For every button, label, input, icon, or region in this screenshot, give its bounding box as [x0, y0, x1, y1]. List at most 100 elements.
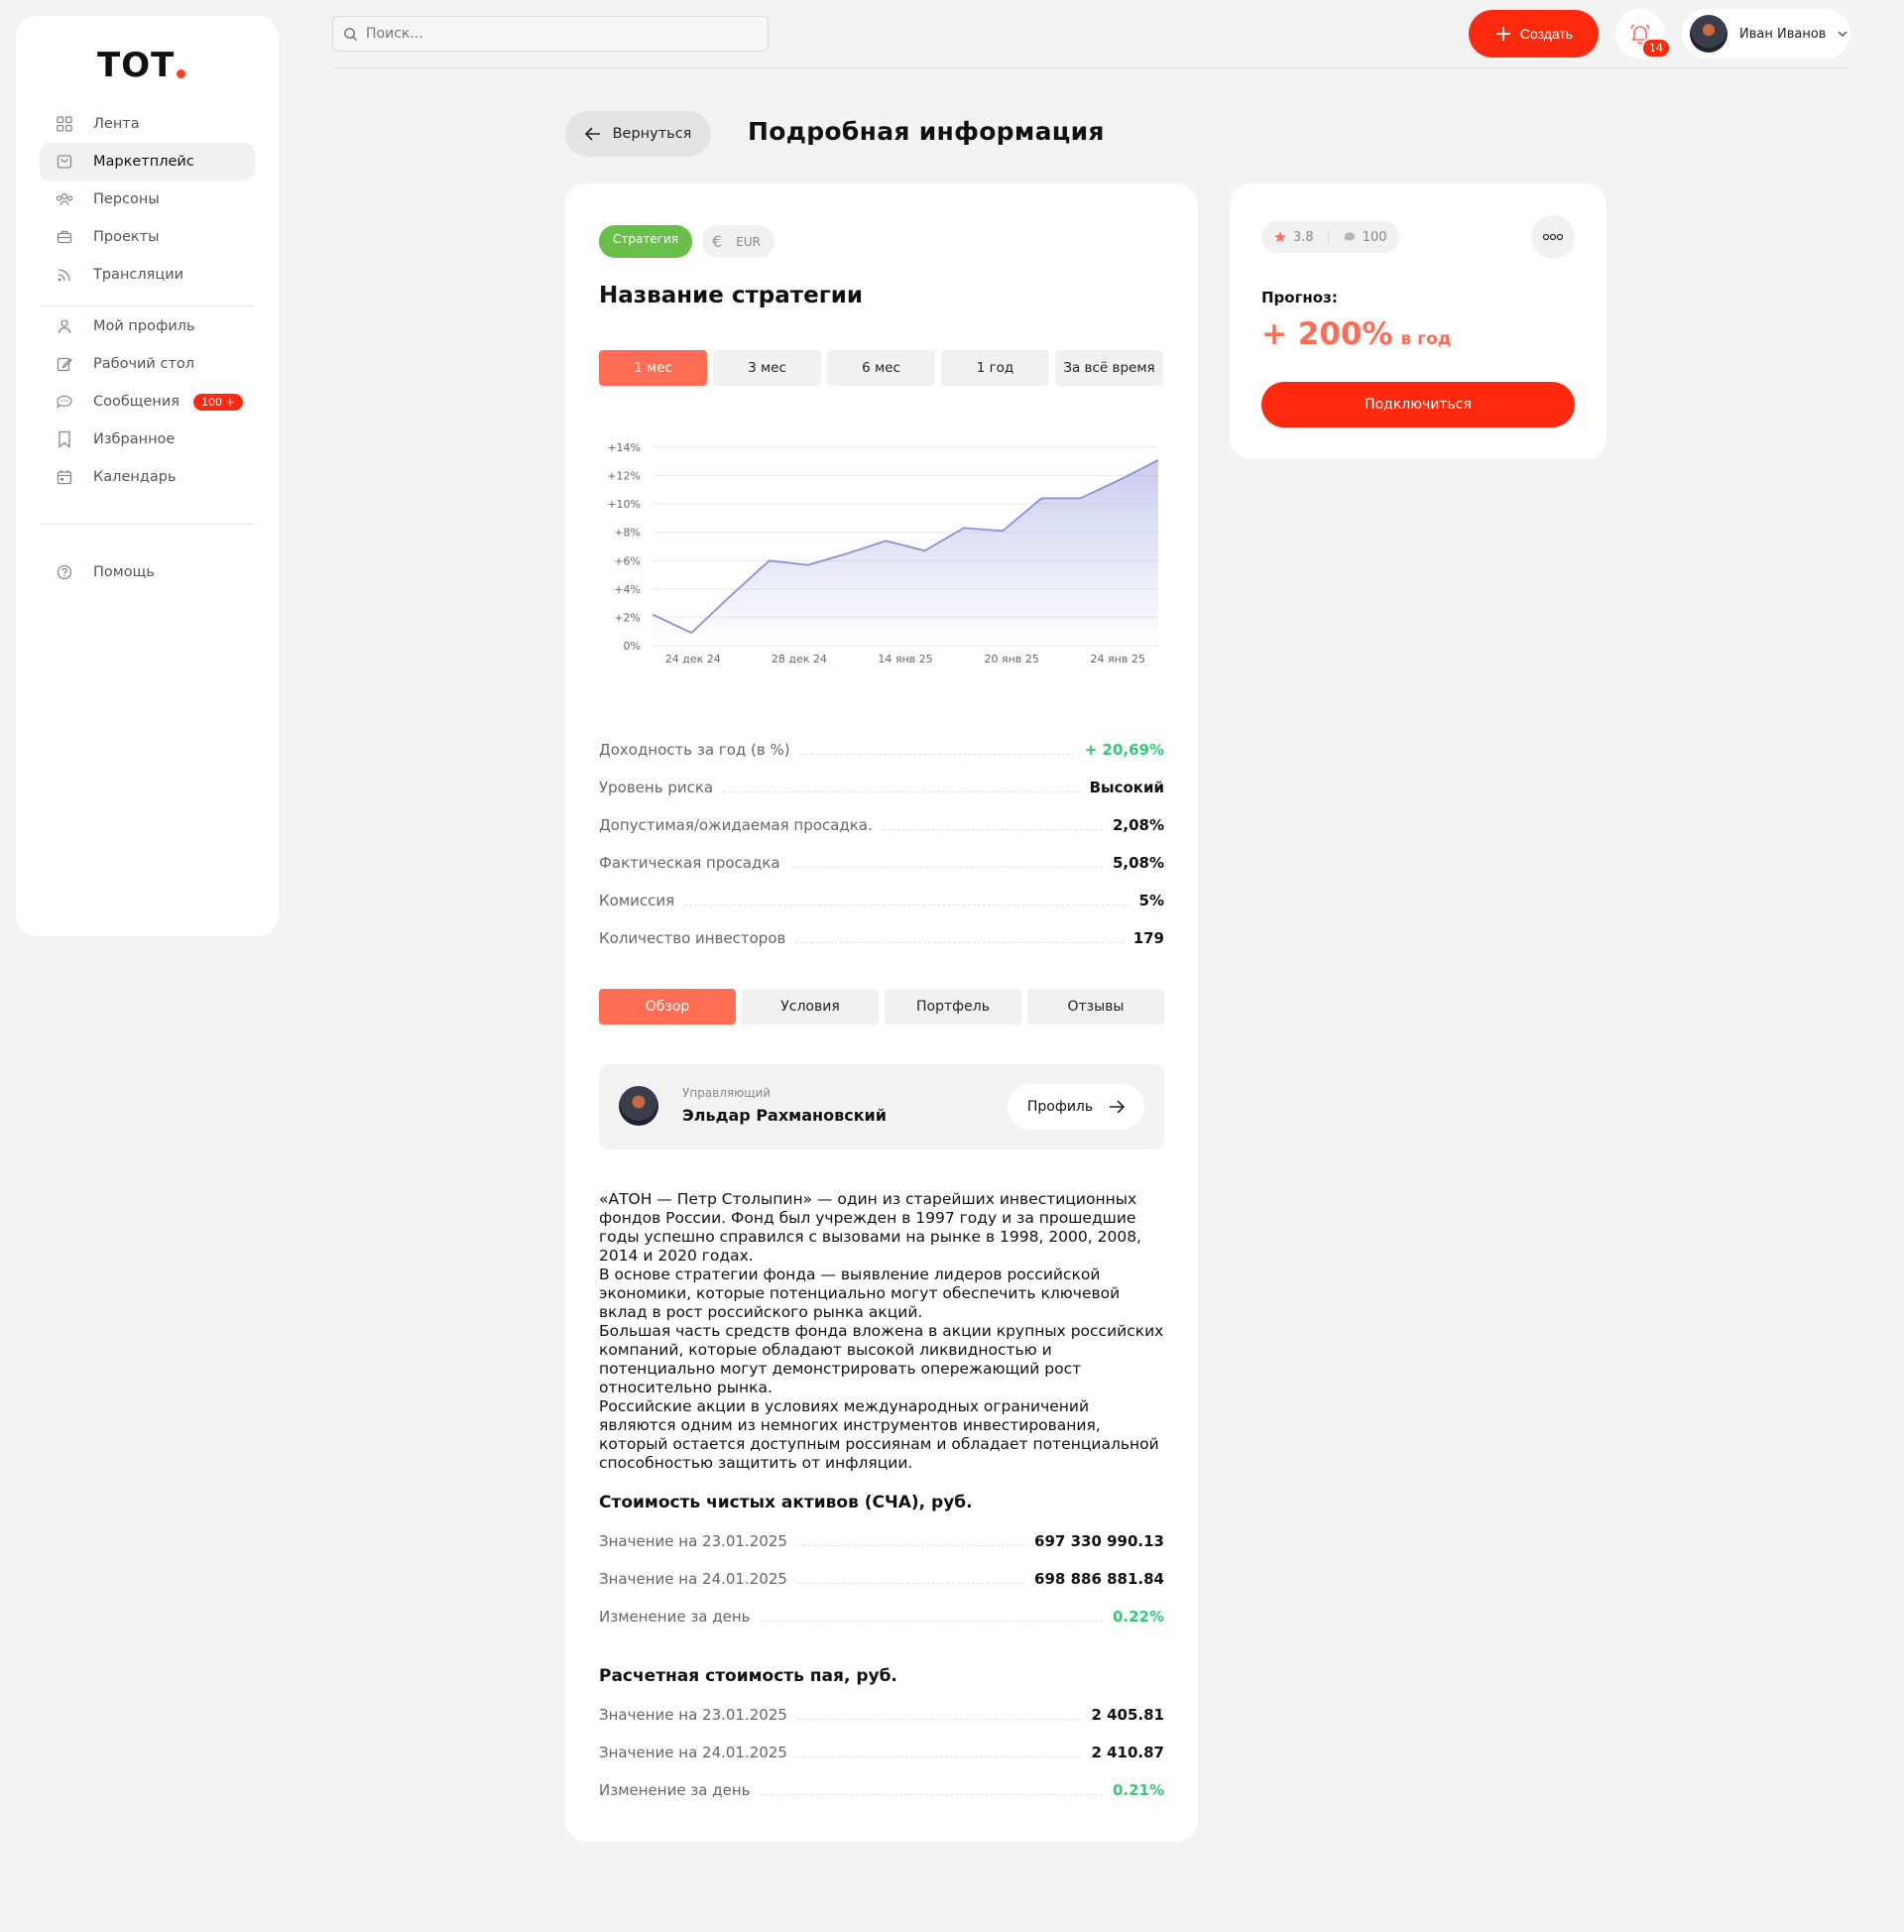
sidebar-item[interactable]: Календарь	[40, 458, 255, 496]
nav-divider	[40, 524, 255, 525]
profile-button[interactable]: Профиль	[1008, 1084, 1144, 1130]
dotted-leader	[684, 904, 1130, 906]
sidebar-item[interactable]: Мой профиль	[40, 307, 255, 345]
type-tag: Стратегия	[599, 225, 693, 258]
stat-label: Фактическая просадка	[599, 854, 780, 872]
help-icon	[56, 563, 73, 581]
comment-icon	[1344, 232, 1355, 242]
nav-section-title: Стоимость чистых активов (СЧА), руб.	[599, 1493, 973, 1512]
stat-value: 0.21%	[1112, 1781, 1164, 1799]
manager-name: Эльдар Рахмановский	[682, 1106, 887, 1125]
nav-group-help: Помощь	[40, 553, 255, 591]
period-option[interactable]: 1 мес	[599, 350, 707, 386]
comments-count: 100	[1362, 229, 1387, 245]
sidebar-item[interactable]: Рабочий стол	[40, 345, 255, 383]
euro-icon: €	[712, 232, 723, 251]
period-selector: 1 мес 3 мес 6 мес 1 год За всё время	[599, 350, 1163, 386]
stat-row: Изменение за день 0.22%	[599, 1598, 1164, 1635]
sidebar-item-label: Маркетплейс	[93, 154, 194, 170]
page-title: Подробная информация	[748, 117, 1105, 146]
nav-group-main: Лента Маркетплейс Персоны Проекты Трансляции	[40, 105, 255, 294]
stat-value: + 20,69%	[1084, 741, 1164, 759]
y-tick-label: 0%	[624, 640, 641, 653]
more-options-button[interactable]	[1531, 215, 1575, 259]
rating-value: 3.8	[1293, 229, 1314, 245]
content-tab[interactable]: Обзор	[599, 989, 736, 1025]
stat-row: Изменение за день 0.21%	[599, 1771, 1164, 1809]
topbar-divider	[332, 67, 1849, 68]
search-bar[interactable]	[332, 16, 769, 52]
stat-value: Высокий	[1089, 779, 1164, 796]
unit-section-stats: Значение на 23.01.2025 2 405.81 Значение н…	[599, 1696, 1164, 1809]
sidebar-item[interactable]: Лента	[40, 105, 255, 143]
period-option[interactable]: 1 год	[941, 350, 1049, 386]
create-label: Создать	[1519, 26, 1574, 42]
sidebar-item[interactable]: Трансляции	[40, 256, 255, 294]
strategy-description: «АТОН — Петр Столыпин» — один из старейш…	[599, 1190, 1166, 1473]
calendar-icon	[56, 468, 73, 486]
stat-row: Значение на 24.01.2025 2 410.87	[599, 1734, 1164, 1771]
stat-value: 179	[1132, 929, 1164, 947]
stat-row: Допустимая/ожидаемая просадка. 2,08%	[599, 806, 1164, 844]
manager-card: Управляющий Эльдар Рахмановский Профиль	[599, 1064, 1164, 1149]
sidebar-item[interactable]: Избранное	[40, 421, 255, 458]
sidebar: TOT Лента Маркетплейс Персоны Проекты Трансл…	[16, 16, 279, 936]
star-icon	[1274, 231, 1286, 243]
sidebar-item-label: Помощь	[93, 564, 155, 580]
stat-value: 5,08%	[1112, 854, 1164, 872]
edit-icon	[56, 355, 73, 373]
content-tab[interactable]: Условия	[742, 989, 879, 1025]
create-button[interactable]: Создать	[1469, 10, 1599, 58]
search-input[interactable]	[366, 26, 743, 42]
sidebar-item[interactable]: Сообщения 100 +	[40, 383, 255, 421]
y-tick-label: +6%	[614, 554, 641, 567]
forecast-value: + 200% в год	[1261, 316, 1452, 352]
content-tab[interactable]: Портфель	[885, 989, 1021, 1025]
sidebar-item-label: Рабочий стол	[93, 356, 195, 372]
x-tick-label: 24 дек 24	[665, 653, 721, 664]
dotted-leader	[799, 753, 1075, 755]
chevron-down-icon	[1838, 31, 1847, 37]
broadcast-icon	[56, 266, 73, 284]
chat-icon	[56, 393, 73, 411]
more-icon	[1542, 233, 1564, 241]
notification-count-badge: 14	[1641, 38, 1671, 59]
bookmark-icon	[56, 430, 73, 448]
stat-row: Фактическая просадка 5,08%	[599, 844, 1164, 882]
description-paragraph: В основе стратегии фонда — выявление лид…	[599, 1266, 1121, 1321]
x-tick-label: 14 янв 25	[878, 653, 932, 664]
user-menu[interactable]: Иван Иванов	[1682, 9, 1850, 59]
sidebar-item[interactable]: Маркетплейс	[40, 143, 255, 181]
currency-label: EUR	[736, 234, 761, 249]
stat-row: Значение на 23.01.2025 697 330 990.13	[599, 1522, 1164, 1560]
stat-label: Изменение за день	[599, 1781, 751, 1799]
x-tick-label: 20 янв 25	[984, 653, 1038, 664]
notifications-button[interactable]: 14	[1615, 9, 1671, 59]
sidebar-item-label: Проекты	[93, 229, 160, 245]
sidebar-item-label: Сообщения	[93, 394, 180, 410]
plus-icon	[1495, 27, 1510, 41]
forecast-unit: в год	[1400, 329, 1452, 349]
nav-group-personal: Мой профиль Рабочий стол Сообщения 100 + Изб…	[40, 307, 255, 496]
period-option[interactable]: 3 мес	[713, 350, 821, 386]
stat-value: 2 405.81	[1091, 1706, 1164, 1724]
description-paragraph: Российские акции в условиях международны…	[599, 1397, 1159, 1472]
stat-row: Значение на 23.01.2025 2 405.81	[599, 1696, 1164, 1734]
connect-button[interactable]: Подключиться	[1261, 382, 1575, 427]
y-tick-label: +12%	[607, 470, 641, 483]
currency-tag: € EUR	[702, 225, 774, 258]
manager-avatar	[619, 1086, 658, 1126]
back-button[interactable]: Вернуться	[565, 111, 711, 157]
period-option[interactable]: 6 мес	[827, 350, 935, 386]
stat-value: 697 330 990.13	[1034, 1532, 1164, 1550]
app-logo[interactable]: TOT	[97, 46, 186, 85]
sidebar-item[interactable]: Проекты	[40, 218, 255, 256]
back-label: Вернуться	[612, 126, 692, 142]
sidebar-item[interactable]: Помощь	[40, 553, 255, 591]
sidebar-item[interactable]: Персоны	[40, 181, 255, 218]
content-tab[interactable]: Отзывы	[1027, 989, 1164, 1025]
dotted-leader	[760, 1793, 1103, 1795]
period-option[interactable]: За всё время	[1055, 350, 1163, 386]
bag-icon	[56, 153, 73, 171]
stat-row: Доходность за год (в %) + 20,69%	[599, 731, 1164, 769]
